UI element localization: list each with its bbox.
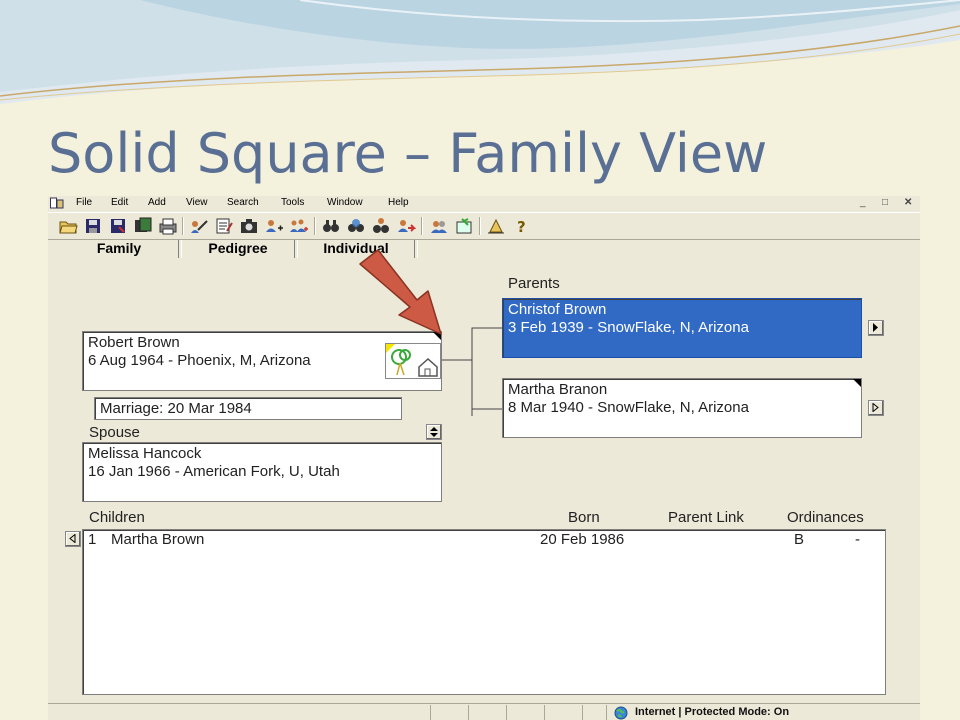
view-tabs: Family Pedigree Individual bbox=[48, 238, 920, 261]
status-pane bbox=[430, 705, 431, 720]
mother-details: 8 Mar 1940 - SnowFlake, N, Arizona bbox=[508, 399, 749, 416]
search-web-icon[interactable] bbox=[346, 216, 366, 236]
add-family-icon[interactable] bbox=[289, 216, 309, 236]
sort-arrows-icon bbox=[430, 427, 438, 437]
open-folder-icon[interactable] bbox=[58, 216, 78, 236]
menu-tools[interactable]: Tools bbox=[281, 197, 304, 208]
born-column-header: Born bbox=[568, 509, 600, 526]
add-person-icon[interactable] bbox=[264, 216, 284, 236]
go-to-person-icon[interactable] bbox=[396, 216, 416, 236]
search-people-icon[interactable] bbox=[371, 216, 391, 236]
marriage-field[interactable]: Marriage: 20 Mar 1984 bbox=[94, 397, 402, 420]
people-list-icon[interactable] bbox=[429, 216, 449, 236]
triangle-left-icon bbox=[69, 534, 76, 543]
father-name: Christof Brown bbox=[508, 301, 607, 318]
menu-help[interactable]: Help bbox=[388, 197, 409, 208]
spouse-name: Melissa Hancock bbox=[88, 445, 202, 462]
child-ordinance-b: B bbox=[794, 531, 805, 548]
find-icon[interactable] bbox=[321, 216, 341, 236]
globe-icon bbox=[614, 706, 628, 720]
notes-icon[interactable] bbox=[214, 216, 234, 236]
close-icon[interactable]: ✕ bbox=[904, 197, 912, 208]
tab-pedigree[interactable]: Pedigree bbox=[182, 238, 294, 259]
father-details: 3 Feb 1939 - SnowFlake, N, Arizona bbox=[508, 319, 749, 336]
save-as-icon[interactable] bbox=[108, 216, 128, 236]
table-row[interactable]: 1 Martha Brown 20 Feb 1986 B - bbox=[83, 530, 883, 550]
status-bar: Internet | Protected Mode: On bbox=[48, 703, 920, 720]
save-icon[interactable] bbox=[83, 216, 103, 236]
toolbar-separator bbox=[314, 217, 316, 235]
family-tree-house-icon bbox=[385, 343, 441, 379]
app-window: File Edit Add View Search Tools Window H… bbox=[48, 196, 920, 720]
ordinances-column-header: Ordinances bbox=[787, 509, 864, 526]
status-pane bbox=[506, 705, 507, 720]
parents-heading: Parents bbox=[508, 275, 560, 292]
toolbar-separator bbox=[421, 217, 423, 235]
spouse-box[interactable]: Melissa Hancock 16 Jan 1966 - American F… bbox=[82, 442, 442, 502]
status-pane bbox=[582, 705, 583, 720]
child-nav-button[interactable] bbox=[65, 531, 81, 547]
menu-bar: File Edit Add View Search Tools Window H… bbox=[48, 196, 920, 211]
print-icon[interactable] bbox=[158, 216, 178, 236]
status-pane bbox=[606, 705, 607, 720]
toolbar-separator bbox=[479, 217, 481, 235]
child-name: Martha Brown bbox=[111, 531, 205, 548]
toolbar-separator bbox=[182, 217, 184, 235]
parent-link-column-header: Parent Link bbox=[668, 509, 744, 526]
camera-icon[interactable] bbox=[239, 216, 259, 236]
spouse-sort-button[interactable] bbox=[426, 424, 442, 440]
menu-window[interactable]: Window bbox=[327, 197, 363, 208]
individual-details: 6 Aug 1964 - Phoenix, M, Arizona bbox=[88, 352, 311, 369]
status-pane bbox=[544, 705, 545, 720]
mother-name: Martha Branon bbox=[508, 381, 608, 398]
tab-family[interactable]: Family bbox=[60, 238, 178, 259]
marriage-date: Marriage: 20 Mar 1984 bbox=[100, 400, 252, 417]
mother-box[interactable]: Martha Branon 8 Mar 1940 - SnowFlake, N,… bbox=[502, 378, 862, 438]
triangle-right-icon bbox=[873, 323, 878, 332]
children-list[interactable]: 1 Martha Brown 20 Feb 1986 B - bbox=[82, 529, 886, 695]
father-parents-arrow-button[interactable] bbox=[868, 320, 884, 336]
individual-name: Robert Brown bbox=[88, 334, 180, 351]
spouse-details: 16 Jan 1966 - American Fork, U, Utah bbox=[88, 463, 340, 480]
solid-square-marker-icon bbox=[853, 379, 861, 387]
menu-search[interactable]: Search bbox=[227, 197, 259, 208]
menu-file[interactable]: File bbox=[76, 197, 92, 208]
child-ordinance-dash: - bbox=[855, 531, 860, 548]
menu-edit[interactable]: Edit bbox=[111, 197, 128, 208]
tree-icon[interactable] bbox=[486, 216, 506, 236]
restore-icon[interactable]: □ bbox=[882, 197, 888, 208]
child-number: 1 bbox=[88, 531, 97, 548]
status-pane bbox=[468, 705, 469, 720]
security-zone-status: Internet | Protected Mode: On bbox=[635, 706, 790, 718]
callout-arrow bbox=[359, 249, 442, 335]
child-born: 20 Feb 1986 bbox=[540, 531, 625, 548]
children-heading: Children bbox=[89, 509, 145, 526]
help-icon[interactable]: ? bbox=[511, 216, 531, 236]
slide-title: Solid Square – Family View bbox=[48, 122, 768, 185]
menu-view[interactable]: View bbox=[186, 197, 208, 208]
edit-person-icon[interactable] bbox=[189, 216, 209, 236]
father-box[interactable]: Christof Brown 3 Feb 1939 - SnowFlake, N… bbox=[502, 298, 862, 358]
sync-icon[interactable] bbox=[454, 216, 474, 236]
family-view: Parents Christof Brown 3 Feb 1939 - Snow… bbox=[56, 261, 920, 703]
triangle-right-outline-icon bbox=[872, 403, 879, 412]
svg-text:?: ? bbox=[517, 218, 526, 236]
mother-parents-arrow-button[interactable] bbox=[868, 400, 884, 416]
toolbar: ? bbox=[48, 212, 920, 240]
app-icon[interactable] bbox=[50, 197, 64, 209]
backup-icon[interactable] bbox=[133, 216, 153, 236]
spouse-heading: Spouse bbox=[89, 424, 140, 441]
minimize-icon[interactable]: _ bbox=[860, 197, 866, 208]
menu-add[interactable]: Add bbox=[148, 197, 166, 208]
